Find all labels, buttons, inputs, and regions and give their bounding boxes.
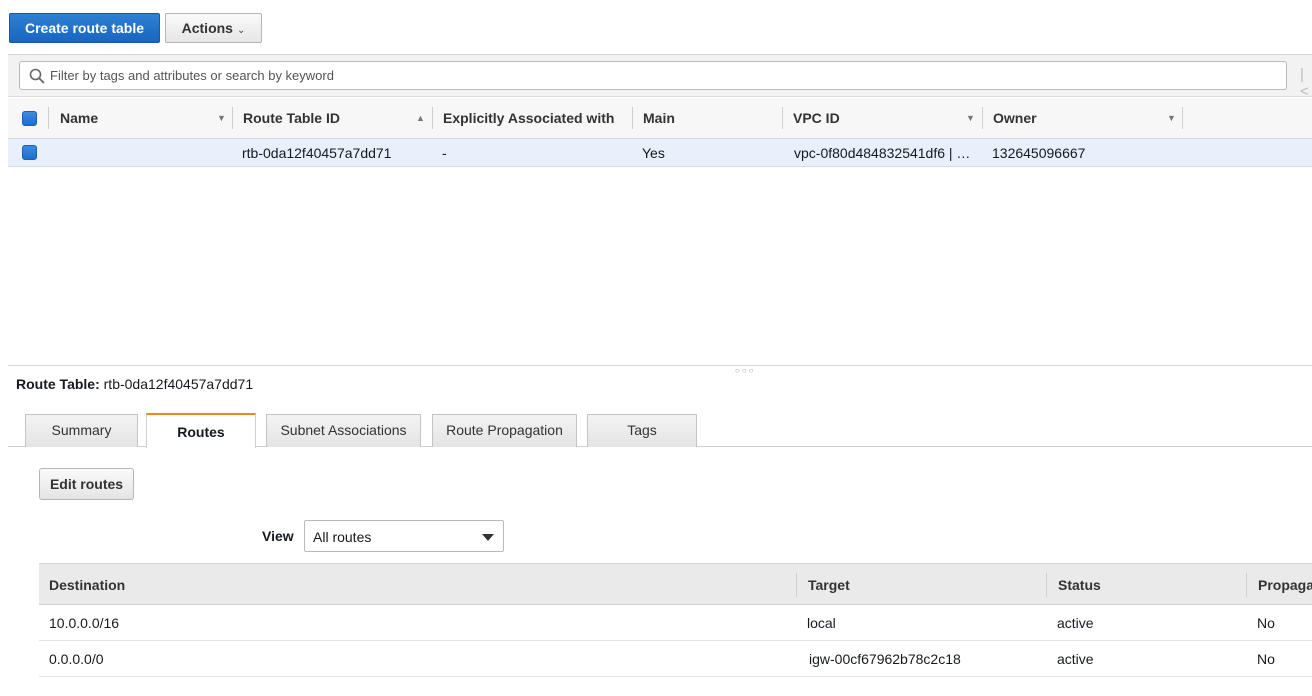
route-row: 10.0.0.0/16 local active No (39, 605, 1312, 641)
actions-button-label: Actions (181, 20, 233, 36)
filter-bar: |< (8, 55, 1312, 100)
column-header-route-table-id[interactable]: Route Table ID (243, 98, 340, 139)
column-separator (232, 107, 233, 129)
detail-title-value: rtb-0da12f40457a7dd71 (103, 376, 254, 392)
actions-button[interactable]: Actions ⌄ (165, 13, 262, 43)
tab-tags[interactable]: Tags (587, 414, 697, 447)
cell-explicitly-associated: - (442, 145, 447, 161)
first-page-icon[interactable]: |< (1300, 66, 1312, 100)
column-separator (632, 107, 633, 129)
route-row: 0.0.0.0/0 igw-00cf67962b78c2c18 active N… (39, 641, 1312, 677)
sort-descending-icon[interactable]: ▼ (1167, 113, 1176, 123)
column-header-main[interactable]: Main (643, 98, 675, 139)
target-link[interactable]: igw-00cf67962b78c2c18 (809, 641, 961, 677)
column-separator (1046, 573, 1047, 597)
cell-owner: 132645096667 (992, 145, 1086, 161)
toolbar: Create route table Actions ⌄ (0, 0, 1312, 54)
cell-route-table-id: rtb-0da12f40457a7dd71 (242, 145, 392, 161)
cell-destination: 10.0.0.0/16 (49, 615, 120, 631)
column-separator (432, 107, 433, 129)
edit-routes-button[interactable]: Edit routes (39, 468, 134, 500)
column-header-status: Status (1058, 577, 1101, 593)
create-route-table-button[interactable]: Create route table (9, 13, 160, 43)
status-badge: active (1057, 651, 1094, 667)
cell-propagated: No (1257, 615, 1275, 631)
column-header-propagated: Propaga (1258, 577, 1312, 593)
chevron-down-icon: ⌄ (236, 25, 246, 36)
column-separator (982, 107, 983, 129)
view-select-value: All routes (313, 529, 372, 545)
sort-ascending-icon[interactable]: ▲ (416, 113, 425, 123)
vpc-id-link[interactable]: vpc-0f80d484832541df6 | … (794, 139, 978, 167)
column-header-vpc-id[interactable]: VPC ID (793, 98, 840, 139)
status-badge: active (1057, 615, 1094, 631)
filter-input[interactable] (50, 65, 1280, 86)
tab-summary[interactable]: Summary (25, 414, 138, 447)
column-header-owner[interactable]: Owner (993, 98, 1037, 139)
pane-splitter[interactable] (8, 365, 1312, 366)
sort-descending-icon[interactable]: ▼ (966, 113, 975, 123)
tab-route-propagation[interactable]: Route Propagation (432, 414, 577, 447)
filter-box[interactable] (19, 61, 1287, 90)
detail-tabs: Summary Routes Subnet Associations Route… (8, 412, 1312, 448)
column-header-destination: Destination (49, 577, 126, 593)
select-all-checkbox[interactable] (22, 111, 37, 126)
row-checkbox[interactable] (22, 145, 37, 160)
cell-propagated: No (1257, 651, 1275, 667)
view-label: View (262, 528, 294, 544)
view-select[interactable]: All routes (304, 520, 504, 552)
tab-routes[interactable]: Routes (146, 413, 256, 448)
column-header-name[interactable]: Name (60, 98, 98, 139)
tab-subnet-associations[interactable]: Subnet Associations (266, 414, 421, 447)
column-header-target: Target (808, 577, 850, 593)
column-separator (1182, 107, 1183, 129)
cell-destination: 0.0.0.0/0 (49, 651, 104, 667)
sort-descending-icon[interactable]: ▼ (217, 113, 226, 123)
column-header-explicitly-associated[interactable]: Explicitly Associated with (443, 98, 614, 139)
column-separator (782, 107, 783, 129)
search-icon (29, 68, 45, 84)
column-separator (796, 573, 797, 597)
drag-handle-icon[interactable]: ○○○ (735, 366, 756, 375)
cell-main: Yes (642, 145, 665, 161)
route-tables-pane: |< Name ▼ Route Table ID ▲ Explicitly As… (8, 54, 1312, 366)
caret-down-icon (482, 534, 494, 541)
detail-title-label: Route Table: (16, 376, 100, 392)
column-separator (48, 107, 49, 129)
grid-header: Name ▼ Route Table ID ▲ Explicitly Assoc… (8, 98, 1312, 139)
routes-table: Destination Target Status Propaga 10.0.0… (39, 563, 1312, 696)
detail-title: Route Table: rtb-0da12f40457a7dd71 (16, 376, 253, 392)
column-separator (1246, 573, 1247, 597)
table-row[interactable]: rtb-0da12f40457a7dd71 - Yes vpc-0f80d484… (8, 139, 1312, 167)
cell-target: local (807, 615, 836, 631)
routes-table-header: Destination Target Status Propaga (39, 563, 1312, 605)
